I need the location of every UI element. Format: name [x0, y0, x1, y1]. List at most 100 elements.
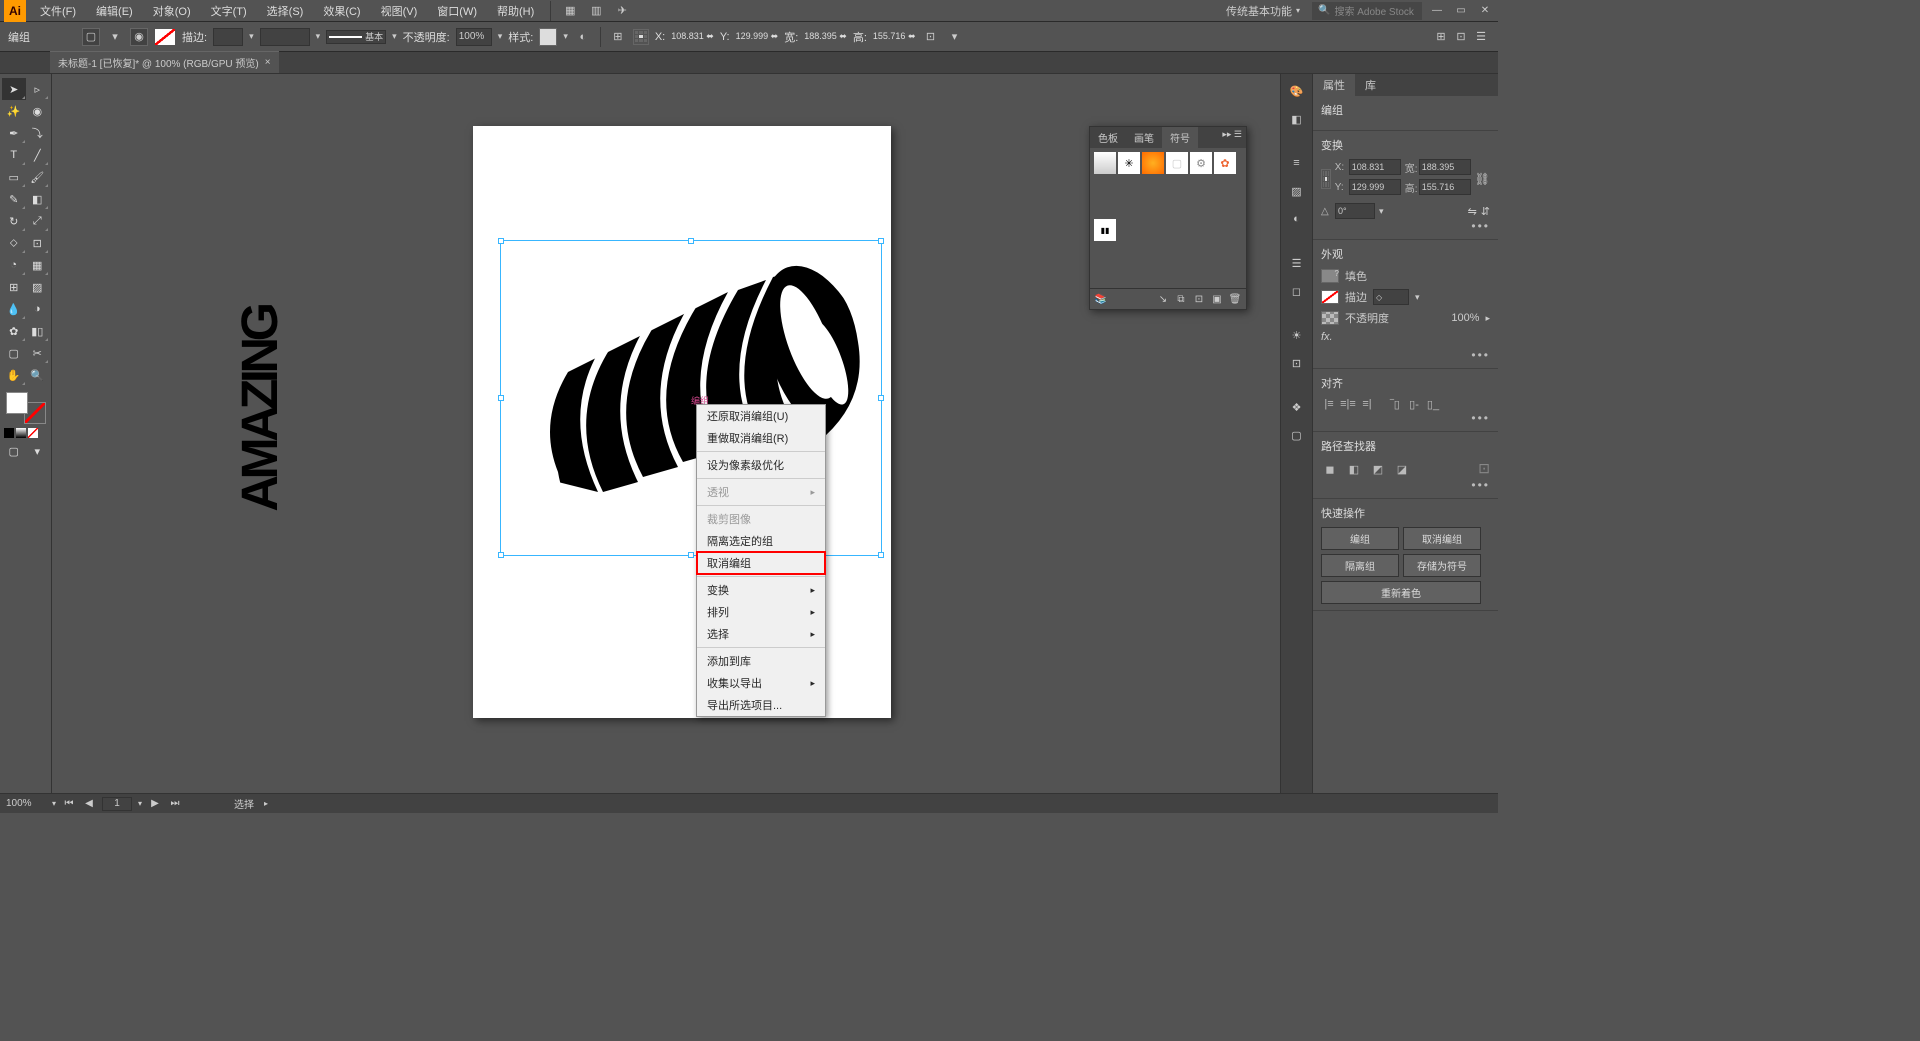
arrange-docs-icon[interactable]: ▥ [587, 2, 605, 20]
menu-help[interactable]: 帮助(H) [491, 1, 540, 21]
rotate-input[interactable] [1335, 203, 1375, 219]
asset-export-icon[interactable]: ☀ [1286, 324, 1308, 346]
transform-w-input[interactable] [1419, 159, 1471, 175]
graph-tool[interactable]: ▮▯ [26, 320, 50, 342]
flip-v-icon[interactable]: ⇵ [1481, 205, 1490, 218]
appearance-stroke-swatch[interactable] [1321, 290, 1339, 304]
menu-type[interactable]: 文字(T) [205, 1, 253, 21]
type-tool[interactable]: T [2, 144, 26, 166]
selection-handle-tm[interactable] [688, 238, 694, 244]
cm-isolate-group[interactable]: 隔离选定的组 [697, 530, 825, 552]
cm-collect-export[interactable]: 收集以导出▸ [697, 672, 825, 694]
fx-label[interactable]: fx. [1321, 331, 1333, 343]
artboards-panel-icon[interactable]: ▢ [1286, 424, 1308, 446]
align-right-icon[interactable]: ≡| [1359, 397, 1375, 411]
graphic-style-swatch[interactable] [539, 28, 557, 46]
shaper-tool[interactable]: ✎ [2, 188, 26, 210]
eyedropper-tool[interactable]: 💧 [2, 298, 26, 320]
cm-ungroup[interactable]: 取消编组 [697, 552, 825, 574]
shape-builder-tool[interactable]: ◔ [2, 254, 26, 276]
break-link-icon[interactable]: ⧉ [1174, 292, 1188, 306]
stroke-weight-input[interactable] [213, 28, 243, 46]
artboard-number-input[interactable] [102, 797, 132, 811]
menu-file[interactable]: 文件(F) [34, 1, 82, 21]
graphic-styles-icon[interactable]: ◻ [1286, 280, 1308, 302]
transform-x-input[interactable] [1349, 159, 1401, 175]
stroke-weight-select[interactable]: ◇ [1373, 289, 1409, 305]
properties-tab[interactable]: 属性 [1313, 74, 1355, 96]
link-wh-icon[interactable]: ⛓ [1475, 172, 1490, 186]
fill-color[interactable] [6, 392, 28, 414]
prev-artboard-button[interactable]: ◀ [82, 797, 96, 811]
last-artboard-button[interactable]: ⏭ [168, 797, 182, 811]
symbol-options-icon[interactable]: ⊡ [1192, 292, 1206, 306]
minimize-button[interactable]: — [1428, 4, 1446, 18]
vp-profile[interactable] [260, 28, 310, 46]
next-artboard-button[interactable]: ▶ [148, 797, 162, 811]
change-screen-mode[interactable]: ▾ [26, 440, 50, 462]
close-button[interactable]: ✕ [1476, 4, 1494, 18]
rectangle-tool[interactable]: ▭ [2, 166, 26, 188]
symbol-item[interactable] [1094, 152, 1116, 174]
align-vcenter-icon[interactable]: ▯- [1406, 397, 1422, 411]
zoom-indicator[interactable]: 100% [6, 798, 46, 809]
first-artboard-button[interactable]: ⏮ [62, 797, 76, 811]
symbol-libraries-icon[interactable]: 📚 [1094, 292, 1108, 306]
qa-save-symbol-button[interactable]: 存储为符号 [1403, 554, 1481, 577]
maximize-button[interactable]: ▭ [1452, 4, 1470, 18]
more-icon[interactable]: ☰ [1472, 28, 1490, 46]
width-tool[interactable]: ⬦ [2, 232, 26, 254]
perspective-grid-tool[interactable]: ▦ [26, 254, 50, 276]
x-value[interactable]: 108.831 ⬌ [671, 31, 714, 42]
shape-icon[interactable]: ▾ [945, 28, 963, 46]
reference-point-selector[interactable] [633, 29, 649, 45]
opacity-input[interactable] [456, 28, 492, 46]
gradient-tool[interactable]: ▨ [26, 276, 50, 298]
selection-handle-bl[interactable] [498, 552, 504, 558]
canvas[interactable]: AMAZING [52, 74, 1280, 793]
gpu-icon[interactable]: ✈ [613, 2, 631, 20]
cm-select[interactable]: 选择▸ [697, 623, 825, 645]
selection-handle-tl[interactable] [498, 238, 504, 244]
menu-effect[interactable]: 效果(C) [317, 1, 366, 21]
fill-dropdown-icon[interactable]: ▾ [106, 28, 124, 46]
transform-panel-icon[interactable]: ⊡ [921, 28, 939, 46]
qa-group-button[interactable]: 编组 [1321, 527, 1399, 550]
edit-contents-icon[interactable]: ⊡ [1452, 28, 1470, 46]
menu-view[interactable]: 视图(V) [375, 1, 424, 21]
menu-object[interactable]: 对象(O) [147, 1, 197, 21]
symbol-item[interactable]: ✳ [1118, 152, 1140, 174]
color-mode-solid[interactable] [4, 428, 14, 438]
color-panel-icon[interactable]: 🎨 [1286, 80, 1308, 102]
align-hcenter-icon[interactable]: ≡|≡ [1340, 397, 1356, 411]
selection-handle-br[interactable] [878, 552, 884, 558]
transparency-panel-icon[interactable]: ◐ [1286, 208, 1308, 230]
color-mode-gradient[interactable] [16, 428, 26, 438]
selection-handle-bm[interactable] [688, 552, 694, 558]
panel-collapse-icon[interactable]: ▸▸ ☰ [1218, 127, 1246, 148]
symbol-item[interactable]: ✿ [1214, 152, 1236, 174]
unite-icon[interactable]: ◼ [1321, 460, 1339, 478]
align-top-icon[interactable]: ‾▯ [1387, 397, 1403, 411]
cm-redo-ungroup[interactable]: 重做取消编组(R) [697, 427, 825, 449]
symbols-dock-icon[interactable]: ⊡ [1286, 352, 1308, 374]
cm-export-selection[interactable]: 导出所选项目... [697, 694, 825, 716]
h-value[interactable]: 155.716 ⬌ [873, 31, 916, 42]
cm-pixel-perfect[interactable]: 设为像素级优化 [697, 454, 825, 476]
symbol-item[interactable] [1142, 152, 1164, 174]
appearance-panel-icon[interactable]: ☰ [1286, 252, 1308, 274]
search-stock-input[interactable]: 🔍 搜索 Adobe Stock [1312, 2, 1422, 20]
cm-add-to-library[interactable]: 添加到库 [697, 650, 825, 672]
symbol-item[interactable]: ▮▮ [1094, 219, 1116, 241]
transform-h-input[interactable] [1419, 179, 1471, 195]
symbols-panel[interactable]: 色板 画笔 符号 ▸▸ ☰ ✳ ▢ ⚙ ✿ ▮▮ 📚 ↘ ⧉ ⊡ ▣ [1089, 126, 1247, 310]
selection-handle-mr[interactable] [878, 395, 884, 401]
screen-mode-normal[interactable]: ▢ [2, 440, 26, 462]
w-value[interactable]: 188.395 ⬌ [804, 31, 847, 42]
recolor-art-icon[interactable]: ◐ [574, 28, 592, 46]
magic-wand-tool[interactable]: ✨ [2, 100, 26, 122]
document-tab[interactable]: 未标题-1 [已恢复]* @ 100% (RGB/GPU 预览) × [50, 51, 279, 73]
scale-tool[interactable]: ⤢ [26, 210, 50, 232]
qa-isolate-button[interactable]: 隔离组 [1321, 554, 1399, 577]
zoom-tool[interactable]: 🔍 [26, 364, 50, 386]
